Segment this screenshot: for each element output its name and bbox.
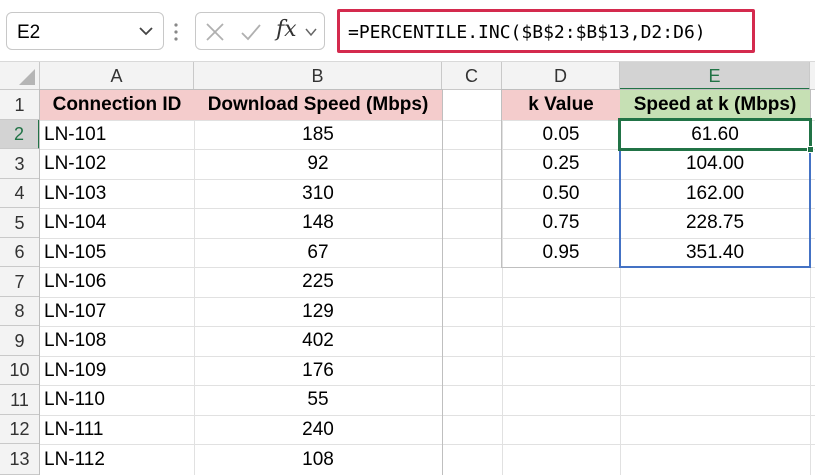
cell-k-value[interactable]: 0.95 bbox=[502, 238, 620, 267]
row-header-8[interactable]: 8 bbox=[0, 297, 40, 326]
column-header-b[interactable]: B bbox=[194, 62, 442, 90]
fill-handle[interactable] bbox=[807, 146, 814, 153]
cell-speed[interactable]: 67 bbox=[194, 238, 442, 267]
cell-speed[interactable]: 225 bbox=[194, 267, 442, 297]
cell-k-value[interactable]: 0.05 bbox=[502, 120, 620, 149]
cell-result[interactable]: 104.00 bbox=[620, 149, 810, 179]
select-all-icon bbox=[19, 69, 35, 85]
cell-connection-id[interactable]: LN-111 bbox=[40, 415, 194, 444]
row-header-1[interactable]: 1 bbox=[0, 90, 40, 120]
cell-connection-id[interactable]: LN-101 bbox=[40, 120, 194, 149]
cell-connection-id[interactable]: LN-112 bbox=[40, 444, 194, 475]
cell-connection-id[interactable]: LN-105 bbox=[40, 238, 194, 267]
cell-connection-id[interactable]: LN-104 bbox=[40, 208, 194, 238]
column-header-c[interactable]: C bbox=[442, 62, 502, 90]
formula-input[interactable]: =PERCENTILE.INC($B$2:$B$13,D2:D6) bbox=[337, 9, 755, 53]
gridline bbox=[442, 90, 443, 475]
row-header-6[interactable]: 6 bbox=[0, 238, 40, 267]
formula-bar-area: E2 fx =PERCENTILE.INC($B$2:$B$13,D2:D6) bbox=[0, 0, 815, 62]
cell-connection-id[interactable]: LN-107 bbox=[40, 297, 194, 326]
select-all-button[interactable] bbox=[0, 62, 40, 90]
cell-connection-id[interactable]: LN-102 bbox=[40, 149, 194, 179]
cell-speed[interactable]: 176 bbox=[194, 356, 442, 385]
cell-speed[interactable]: 148 bbox=[194, 208, 442, 238]
cell-speed[interactable]: 310 bbox=[194, 179, 442, 208]
cell-k-value[interactable]: 0.25 bbox=[502, 149, 620, 179]
row-header-11[interactable]: 11 bbox=[0, 385, 40, 415]
formula-buttons: fx bbox=[195, 12, 325, 50]
row-header-5[interactable]: 5 bbox=[0, 208, 40, 238]
chevron-down-icon[interactable] bbox=[304, 25, 318, 39]
row-header-4[interactable]: 4 bbox=[0, 179, 40, 208]
chevron-down-icon[interactable] bbox=[137, 22, 155, 40]
table-header-download-speed[interactable]: Download Speed (Mbps) bbox=[194, 90, 442, 120]
cell-speed[interactable]: 240 bbox=[194, 415, 442, 444]
cell-speed[interactable]: 402 bbox=[194, 326, 442, 356]
insert-function-icon[interactable]: fx bbox=[276, 17, 304, 45]
column-header-d[interactable]: D bbox=[502, 62, 620, 90]
column-header-f[interactable] bbox=[810, 62, 815, 90]
cell-speed[interactable]: 55 bbox=[194, 385, 442, 415]
table-header-connection-id[interactable]: Connection ID bbox=[40, 90, 194, 120]
cell-result[interactable]: 162.00 bbox=[620, 179, 810, 208]
checkmark-icon[interactable] bbox=[240, 21, 262, 43]
cell-connection-id[interactable]: LN-109 bbox=[40, 356, 194, 385]
cell-result[interactable]: 228.75 bbox=[620, 208, 810, 238]
column-header-a[interactable]: A bbox=[40, 62, 194, 90]
cell-speed[interactable]: 92 bbox=[194, 149, 442, 179]
cell-result[interactable]: 61.60 bbox=[620, 120, 810, 149]
cell-speed[interactable]: 185 bbox=[194, 120, 442, 149]
name-box[interactable]: E2 bbox=[6, 12, 164, 50]
cell-result[interactable]: 351.40 bbox=[620, 238, 810, 267]
row-header-9[interactable]: 9 bbox=[0, 326, 40, 356]
row-header-3[interactable]: 3 bbox=[0, 149, 40, 179]
column-header-e[interactable]: E bbox=[620, 62, 810, 90]
row-header-7[interactable]: 7 bbox=[0, 267, 40, 297]
name-box-value[interactable]: E2 bbox=[17, 22, 40, 44]
cell-connection-id[interactable]: LN-110 bbox=[40, 385, 194, 415]
table-header-speed-at-k[interactable]: Speed at k (Mbps) bbox=[620, 90, 810, 120]
cancel-icon[interactable] bbox=[204, 21, 226, 43]
cell-connection-id[interactable]: LN-106 bbox=[40, 267, 194, 297]
cell-connection-id[interactable]: LN-108 bbox=[40, 326, 194, 356]
drag-handle-icon[interactable] bbox=[173, 22, 179, 42]
table-header-k-value[interactable]: k Value bbox=[502, 90, 620, 120]
cell-speed[interactable]: 129 bbox=[194, 297, 442, 326]
row-header-10[interactable]: 10 bbox=[0, 356, 40, 385]
row-header-2[interactable]: 2 bbox=[0, 120, 40, 149]
row-header-12[interactable]: 12 bbox=[0, 415, 40, 444]
cell-k-value[interactable]: 0.50 bbox=[502, 179, 620, 208]
cell-k-value[interactable]: 0.75 bbox=[502, 208, 620, 238]
formula-text[interactable]: =PERCENTILE.INC($B$2:$B$13,D2:D6) bbox=[348, 22, 706, 43]
cell-speed[interactable]: 108 bbox=[194, 444, 442, 475]
cell-connection-id[interactable]: LN-103 bbox=[40, 179, 194, 208]
row-header-13[interactable]: 13 bbox=[0, 444, 40, 475]
